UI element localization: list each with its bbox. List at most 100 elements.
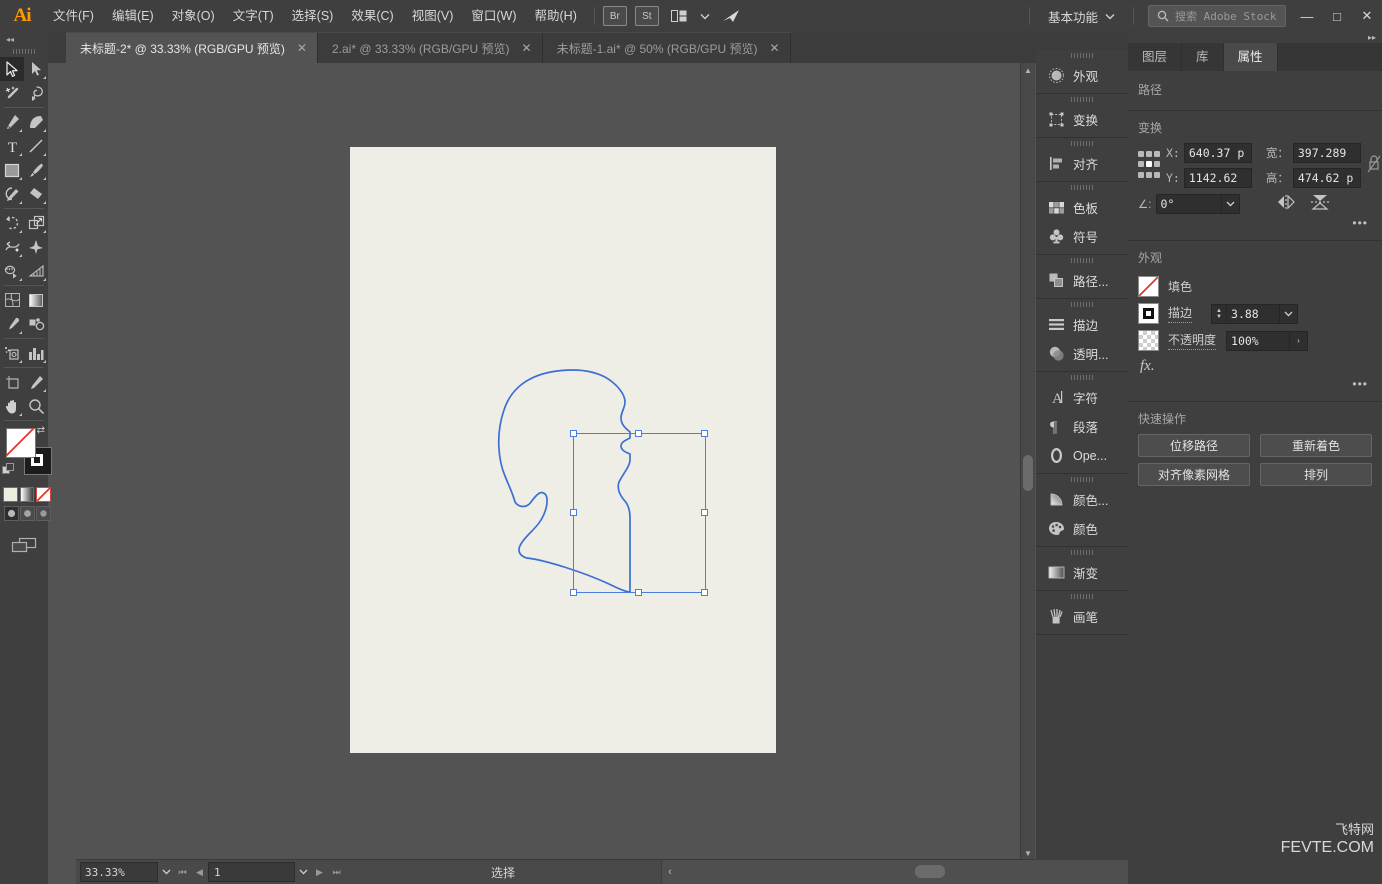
document-tab-1[interactable]: 未标题-2* @ 33.33% (RGB/GPU 预览) ✕ <box>66 33 318 63</box>
curvature-flyout-icon[interactable] <box>43 129 46 132</box>
artboard-dropdown-icon[interactable] <box>295 863 311 881</box>
panel-pathfinder[interactable]: 路径... <box>1036 266 1128 295</box>
x-input[interactable]: 640.37 p <box>1183 143 1252 163</box>
panel-align[interactable]: 对齐 <box>1036 149 1128 178</box>
stroke-weight-stepper[interactable]: ▲ ▼ <box>1211 303 1228 324</box>
lock-proportions-icon[interactable] <box>1367 154 1381 177</box>
height-input[interactable]: 474.62 p <box>1292 168 1361 188</box>
mesh-tool[interactable] <box>0 288 24 312</box>
head-profile-path[interactable] <box>76 63 1036 860</box>
offset-path-button[interactable]: 位移路径 <box>1138 434 1250 457</box>
column-graph-tool[interactable] <box>24 341 48 365</box>
flip-vertical-icon[interactable] <box>1310 193 1330 214</box>
dock-grip-1[interactable] <box>1036 50 1128 61</box>
scroll-left-icon[interactable]: ‹ <box>662 866 678 878</box>
panel-opentype[interactable]: Ope... <box>1036 441 1128 470</box>
width-tool[interactable] <box>0 235 24 259</box>
shaper-flyout-icon[interactable] <box>19 201 22 204</box>
bridge-button[interactable]: Br <box>602 6 627 26</box>
next-artboard-button[interactable]: ▶ <box>311 861 328 883</box>
handle-bottom-center[interactable] <box>635 589 642 596</box>
graph-flyout-icon[interactable] <box>43 360 46 363</box>
panel-character[interactable]: A 字符 <box>1036 383 1128 412</box>
handle-middle-right[interactable] <box>701 509 708 516</box>
ref-pt-bl[interactable] <box>1138 171 1144 178</box>
recolor-button[interactable]: 重新着色 <box>1260 434 1372 457</box>
zoom-dropdown-icon[interactable] <box>158 863 174 881</box>
ref-pt-mc[interactable] <box>1146 161 1152 168</box>
scale-tool[interactable] <box>24 211 48 235</box>
menu-file[interactable]: 文件(F) <box>44 0 103 32</box>
align-to-pixel-grid-button[interactable]: 对齐像素网格 <box>1138 463 1250 486</box>
artboard-tool[interactable] <box>0 370 24 394</box>
tools-collapse-button[interactable]: ◂◂ <box>0 32 48 46</box>
menu-view[interactable]: 视图(V) <box>403 0 463 32</box>
perspective-grid-tool[interactable] <box>24 259 48 283</box>
slice-flyout-icon[interactable] <box>43 389 46 392</box>
paintbrush-tool[interactable] <box>24 158 48 182</box>
selection-tool[interactable] <box>0 57 24 81</box>
dock-grip-2[interactable] <box>1036 94 1128 105</box>
handle-top-right[interactable] <box>701 430 708 437</box>
artboard-number-input[interactable]: 1 <box>208 862 295 882</box>
reference-point-selector[interactable] <box>1138 150 1160 181</box>
panel-gradient[interactable]: 渐变 <box>1036 558 1128 587</box>
dock-grip-3[interactable] <box>1036 138 1128 149</box>
panel-color-guide[interactable]: 颜色... <box>1036 485 1128 514</box>
hand-tool[interactable] <box>0 394 24 418</box>
handle-top-left[interactable] <box>570 430 577 437</box>
stroke-weight-input[interactable]: 3.88 <box>1227 303 1281 324</box>
handle-middle-left[interactable] <box>570 509 577 516</box>
arrange-button[interactable]: 排列 <box>1260 463 1372 486</box>
panel-swatches[interactable]: 色板 <box>1036 193 1128 222</box>
width-input[interactable]: 397.289 <box>1292 143 1361 163</box>
arrange-documents-icon[interactable] <box>667 4 691 28</box>
handle-bottom-left[interactable] <box>570 589 577 596</box>
perspective-flyout-icon[interactable] <box>43 278 46 281</box>
panel-paragraph[interactable]: ¶ 段落 <box>1036 412 1128 441</box>
scroll-up-icon[interactable]: ▲ <box>1021 63 1035 77</box>
dock-grip-4[interactable] <box>1036 182 1128 193</box>
document-tab-2[interactable]: 2.ai* @ 33.33% (RGB/GPU 预览) ✕ <box>317 33 543 63</box>
eyedropper-tool[interactable] <box>0 312 24 336</box>
arrange-chevron-down-icon[interactable] <box>693 4 717 28</box>
ref-pt-mr[interactable] <box>1154 161 1160 168</box>
tools-drag-grip[interactable] <box>0 46 48 57</box>
previous-artboard-button[interactable]: ◀ <box>191 861 208 883</box>
menu-window[interactable]: 窗口(W) <box>462 0 525 32</box>
fill-color-swatch[interactable] <box>6 428 36 458</box>
minimize-button[interactable]: — <box>1292 0 1322 32</box>
panel-stroke[interactable]: 描边 <box>1036 310 1128 339</box>
canvas-area[interactable] <box>76 63 1036 860</box>
line-flyout-icon[interactable] <box>43 153 46 156</box>
first-artboard-button[interactable]: ⏮ <box>174 861 191 883</box>
default-fill-stroke-icon[interactable] <box>2 463 15 476</box>
free-transform-tool[interactable] <box>24 235 48 259</box>
pen-flyout-icon[interactable] <box>19 129 22 132</box>
horizontal-scroll-thumb[interactable] <box>915 865 945 878</box>
shaper-tool[interactable] <box>0 182 24 206</box>
vertical-scroll-thumb[interactable] <box>1023 455 1033 491</box>
flip-horizontal-icon[interactable] <box>1276 194 1296 213</box>
hand-flyout-icon[interactable] <box>19 413 22 416</box>
tab-libraries[interactable]: 库 <box>1182 43 1224 71</box>
lasso-tool[interactable] <box>24 81 48 105</box>
gradient-tool[interactable] <box>24 288 48 312</box>
stroke-swatch-button[interactable] <box>1138 303 1159 324</box>
fullscreen-menu-mode-button[interactable] <box>20 506 35 521</box>
panel-symbols[interactable]: 符号 <box>1036 222 1128 251</box>
canvas-vertical-scrollbar[interactable]: ▲ ▼ <box>1020 63 1035 860</box>
panel-color[interactable]: 颜色 <box>1036 514 1128 543</box>
maximize-button[interactable]: □ <box>1322 0 1352 32</box>
gradient-fill-button[interactable] <box>19 487 35 502</box>
panel-appearance[interactable]: 外观 <box>1036 61 1128 90</box>
transform-more-options-button[interactable]: ••• <box>1128 214 1382 230</box>
menu-effect[interactable]: 效果(C) <box>342 0 402 32</box>
opacity-options-icon[interactable]: › <box>1290 330 1309 351</box>
stock-button[interactable]: St <box>634 6 659 26</box>
swap-fill-stroke-icon[interactable]: ⇄ <box>37 425 45 436</box>
direct-selection-tool[interactable] <box>24 57 48 81</box>
line-segment-tool[interactable] <box>24 134 48 158</box>
document-tab-3[interactable]: 未标题-1.ai* @ 50% (RGB/GPU 预览) ✕ <box>542 33 791 63</box>
magic-wand-tool[interactable] <box>0 81 24 105</box>
